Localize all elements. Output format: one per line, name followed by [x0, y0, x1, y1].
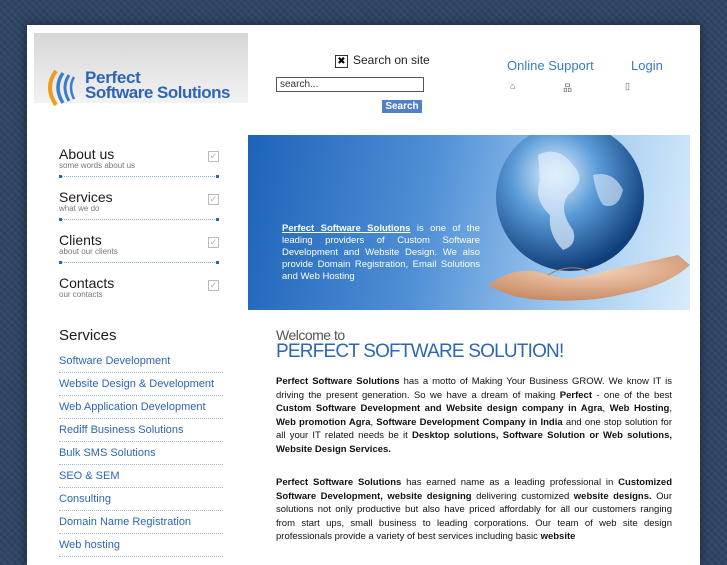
nav-item-subtitle: our contacts: [59, 290, 103, 299]
service-link[interactable]: Bulk SMS Solutions: [59, 443, 223, 465]
services-list: Software Development Website Design & De…: [59, 351, 223, 558]
page-container: Perfect Software Solutions ✖ Search on s…: [27, 25, 700, 565]
nav-item-title: Clients: [59, 232, 102, 248]
online-support-link[interactable]: Online Support: [507, 58, 594, 73]
nav-item-subtitle: what we do: [59, 204, 100, 213]
logo-title-line2: Software Solutions: [85, 83, 230, 102]
check-icon: ✓: [208, 237, 219, 248]
paragraph-run: ,: [602, 403, 610, 414]
service-link[interactable]: Website Design & Development: [59, 374, 223, 396]
intro-paragraph-2: Perfect Software Solutions has earned na…: [276, 476, 672, 544]
checkbox-x-icon: ✖: [337, 56, 346, 67]
main-nav: About us some words about us ✓ Services …: [37, 135, 247, 307]
nav-item-title: Contacts: [59, 275, 115, 291]
service-link[interactable]: Consulting: [59, 489, 223, 511]
welcome-heading: PERFECT SOFTWARE SOLUTION!: [276, 341, 564, 362]
paragraph-run: Web Hosting: [609, 403, 670, 414]
nav-item-title: About us: [59, 146, 115, 162]
service-link[interactable]: Software Development: [59, 351, 223, 373]
service-link[interactable]: SEO & SEM: [59, 466, 223, 488]
banner-description: Perfect Software Solutions is one of the…: [282, 223, 480, 283]
paragraph-run: delivering customized: [471, 490, 574, 502]
nav-item-clients[interactable]: Clients about our clients ✓: [37, 221, 247, 264]
nav-item-contacts[interactable]: Contacts our contacts ✓: [37, 264, 247, 307]
search-input[interactable]: [276, 77, 424, 92]
paragraph-run: website designs.: [573, 490, 652, 502]
paragraph-run: Perfect Software Solutions: [276, 376, 400, 387]
service-link[interactable]: Web hosting: [59, 535, 223, 557]
paragraph-run: Perfect: [559, 389, 592, 401]
home-icon[interactable]: ⌂: [510, 81, 515, 91]
hero-banner: Perfect Software Solutions is one of the…: [248, 135, 690, 310]
service-link[interactable]: Rediff Business Solutions: [59, 420, 223, 442]
contact-icon[interactable]: ▯: [625, 81, 630, 92]
services-heading: Services: [59, 327, 117, 344]
paragraph-run: Software Development Company in India: [376, 416, 563, 428]
search-button[interactable]: Search: [382, 100, 422, 113]
globe-in-hand-icon: [488, 135, 690, 301]
sitemap-icon[interactable]: 品: [563, 81, 572, 94]
service-link[interactable]: Domain Name Registration: [59, 512, 223, 534]
intro-paragraph-1: Perfect Software Solutions has a motto o…: [276, 375, 672, 456]
paragraph-run: Perfect Software Solutions: [276, 477, 402, 488]
paragraph-run: website: [540, 531, 576, 542]
check-icon: ✓: [208, 280, 219, 291]
nav-item-services[interactable]: Services what we do ✓: [37, 178, 247, 221]
login-link[interactable]: Login: [631, 58, 663, 73]
paragraph-run: has earned name as a leading professiona…: [401, 477, 619, 488]
nav-item-subtitle: some words about us: [59, 161, 136, 170]
paragraph-run: ,: [669, 403, 672, 414]
nav-item-subtitle: about our clients: [59, 247, 118, 256]
nav-item-title: Services: [59, 189, 113, 205]
check-icon: ✓: [208, 194, 219, 205]
search-site-checkbox[interactable]: ✖: [335, 55, 348, 68]
paragraph-run: Custom Software Development and Website …: [276, 403, 603, 414]
paragraph-run: Web promotion Agra: [276, 416, 371, 428]
company-link[interactable]: Perfect Software Solutions: [282, 223, 410, 234]
nav-item-about[interactable]: About us some words about us ✓: [37, 135, 247, 178]
paragraph-run: - one of the best: [591, 389, 673, 401]
search-on-site-label: Search on site: [353, 53, 430, 67]
service-link[interactable]: Web Application Development: [59, 397, 223, 419]
check-icon: ✓: [208, 151, 219, 162]
logo-waves-icon: [48, 69, 76, 107]
